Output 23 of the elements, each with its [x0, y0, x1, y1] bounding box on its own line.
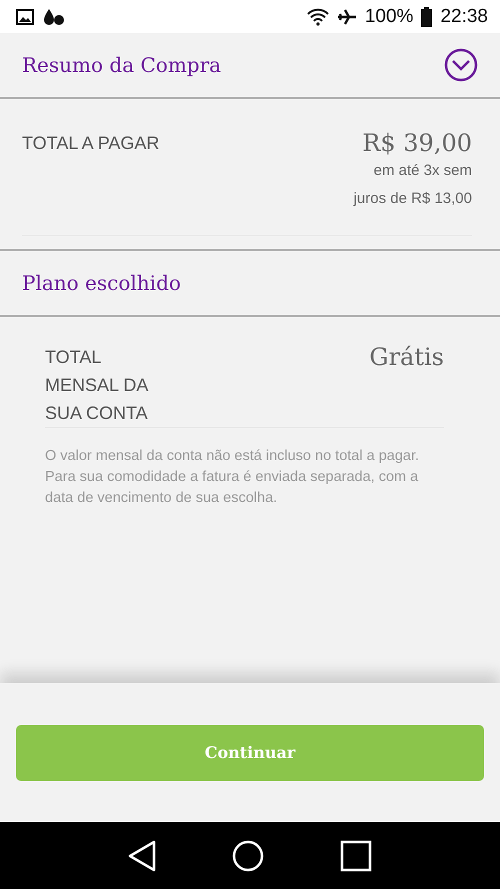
wifi-icon [306, 8, 329, 26]
clock-time: 22:38 [440, 6, 488, 28]
continue-button[interactable]: Continuar [16, 724, 484, 780]
section-title: Resumo da Compra [22, 53, 222, 77]
monthly-label: MENSAL DA [45, 374, 148, 397]
home-icon[interactable] [232, 840, 264, 872]
battery-percent: 100% [364, 6, 414, 28]
image-icon [16, 8, 34, 24]
recents-icon[interactable] [340, 840, 372, 872]
airplane-icon [336, 6, 357, 26]
total-amount: R$ 39,00 [362, 129, 472, 157]
section-title: Plano escolhido [22, 271, 181, 295]
back-icon[interactable] [128, 840, 156, 872]
chevron-down-circle-icon[interactable] [444, 48, 478, 82]
installment-text: juros de R$ 13,00 [354, 189, 472, 209]
monthly-label: SUA CONTA [45, 402, 148, 425]
drops-icon [42, 8, 66, 26]
installment-text: em até 3x sem [374, 161, 472, 181]
monthly-value: Grátis [369, 343, 444, 371]
monthly-label: TOTAL [45, 346, 102, 369]
total-label: TOTAL A PAGAR [22, 132, 160, 155]
battery-icon [421, 6, 432, 26]
info-note: O valor mensal da conta não está incluso no total a pagar. Para sua comodidade a fatura é enviada separada, com a data de vencimento de sua escolha. [45, 447, 420, 508]
